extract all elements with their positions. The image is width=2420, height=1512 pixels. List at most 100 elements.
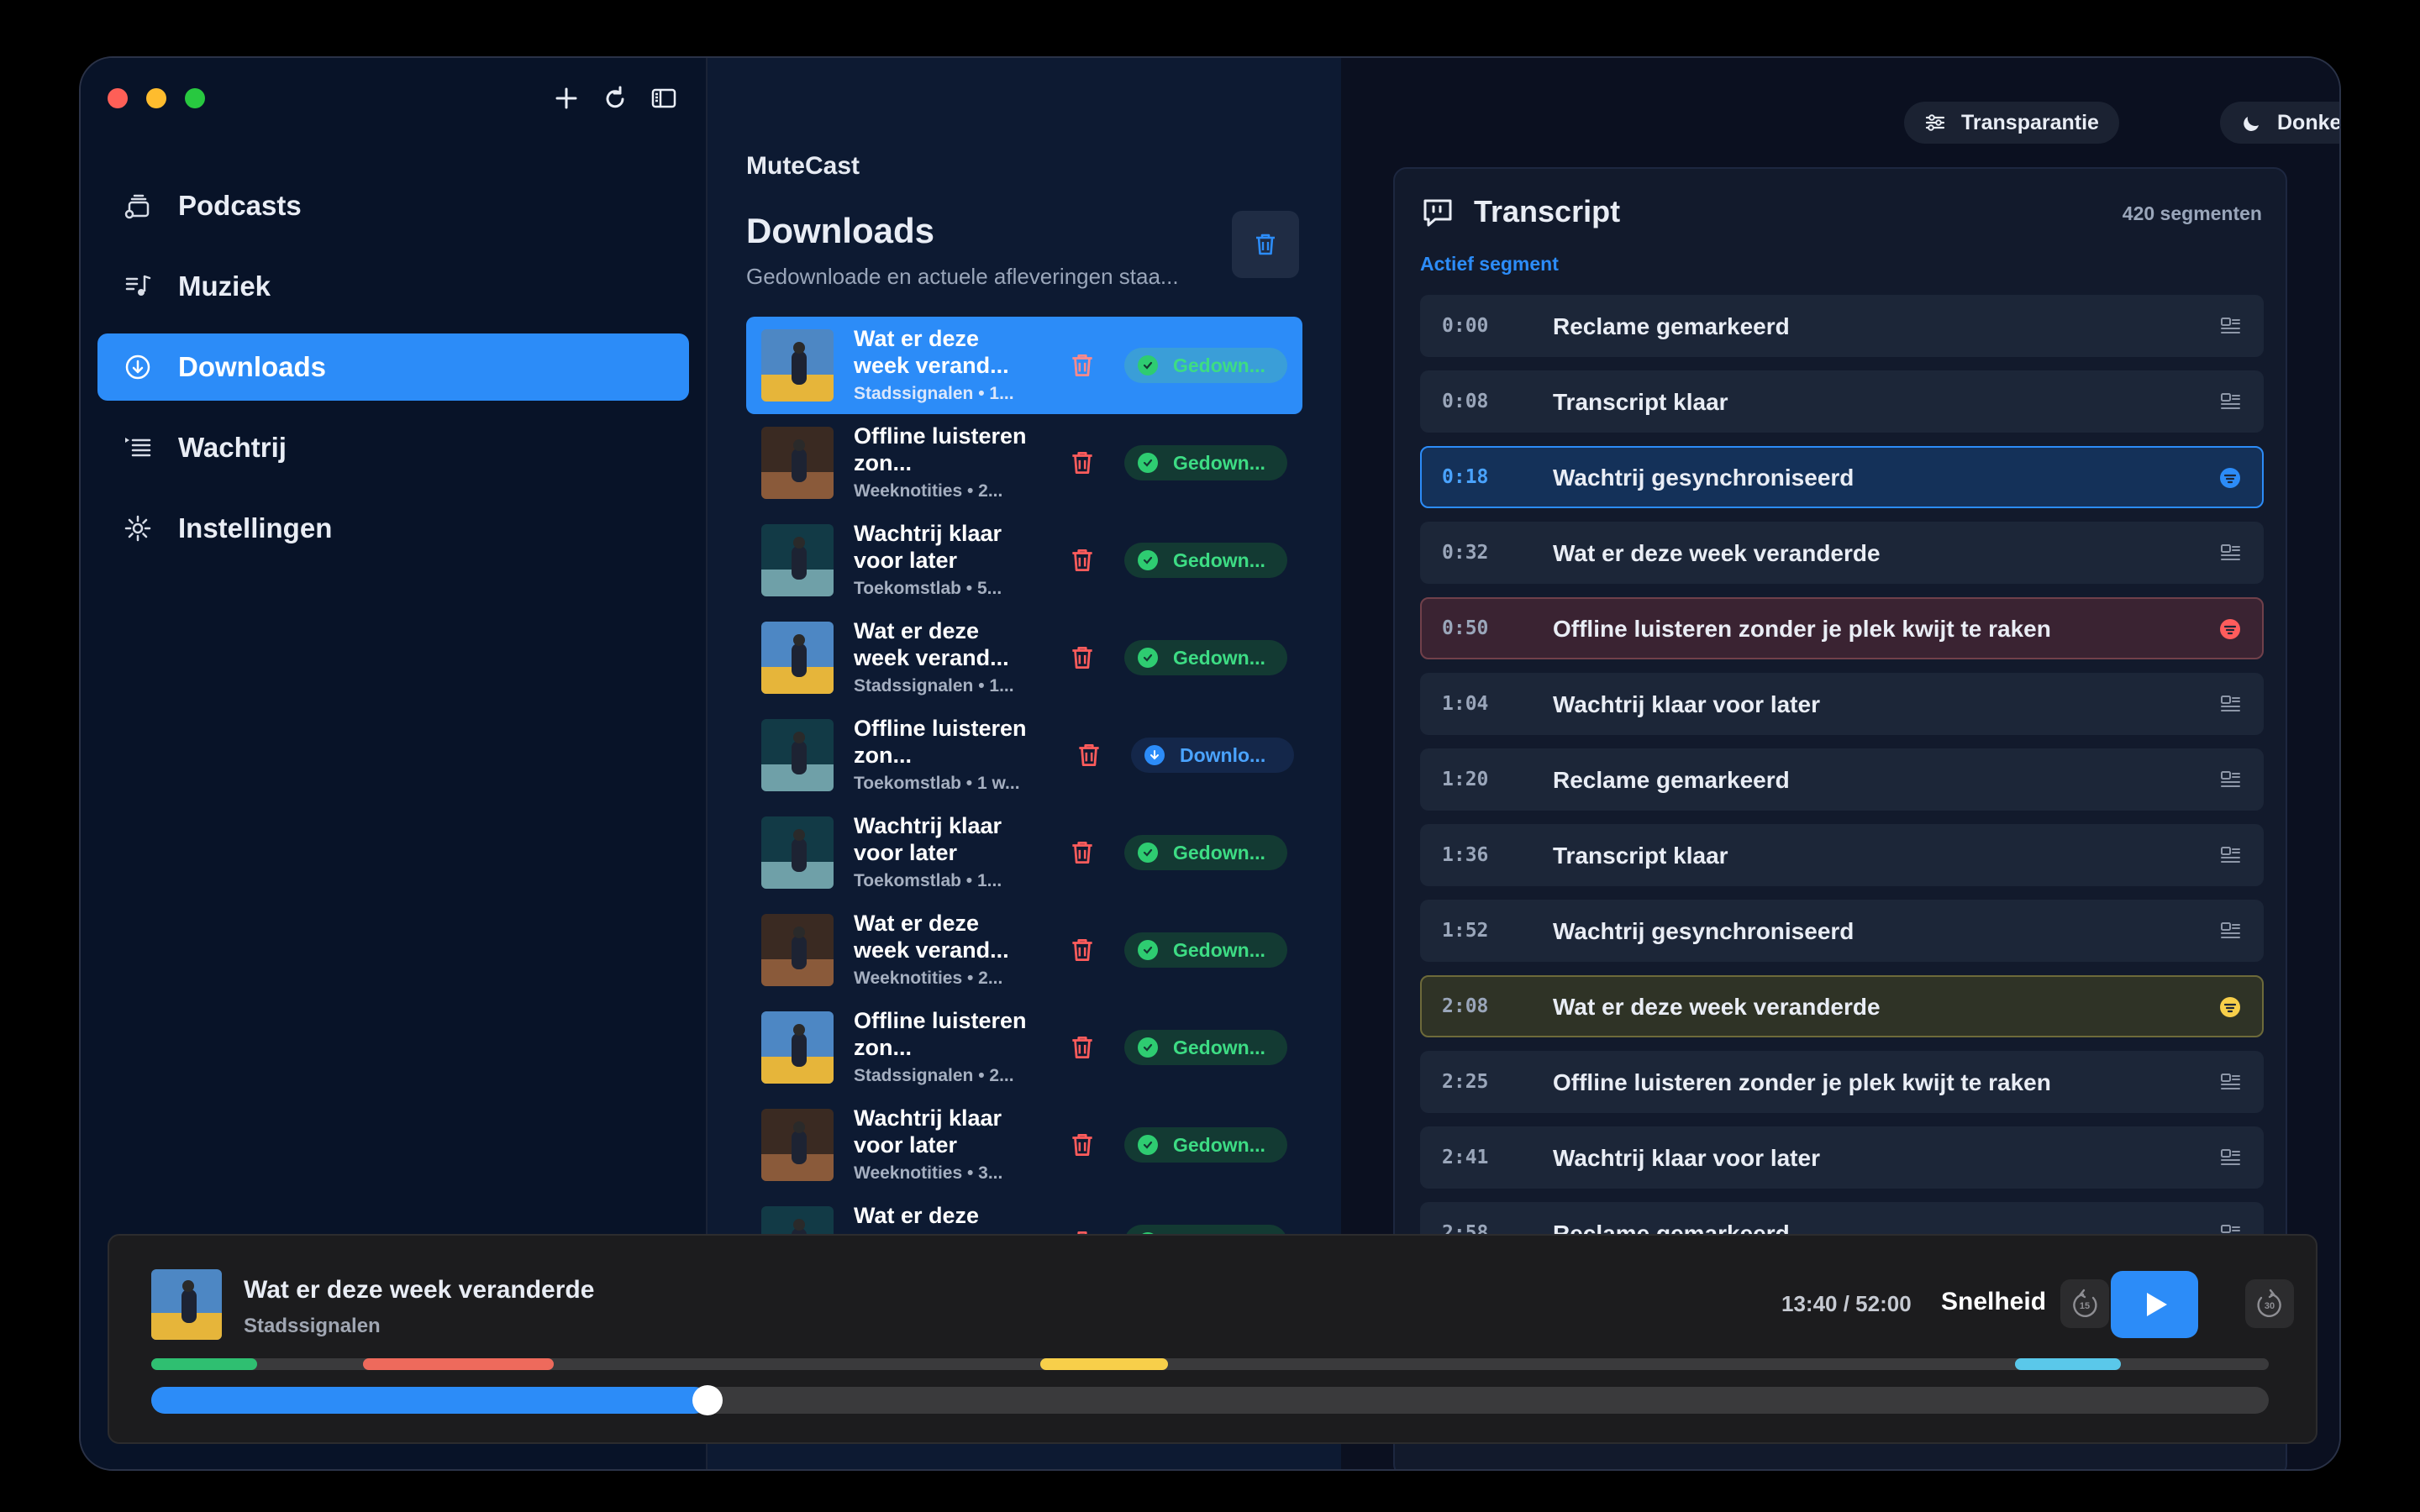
episode-row[interactable]: Wat er deze week verand... Stadssignalen … [746, 317, 1302, 414]
episode-title: Wachtrij klaar voor later [854, 521, 1002, 573]
music-note-icon [125, 275, 151, 296]
checkmark-icon [1138, 1037, 1158, 1058]
download-status-badge: Gedown... [1124, 932, 1287, 968]
skip-back-button[interactable]: 15 [2060, 1279, 2109, 1328]
delete-episode-icon[interactable] [1067, 448, 1097, 478]
episode-title: Wat er deze [854, 1203, 980, 1228]
segment-marker [1040, 1358, 1168, 1370]
page-title: Downloads [746, 211, 935, 250]
transcript-segment[interactable]: 2:08 Wat er deze week veranderde [1420, 975, 2264, 1037]
delete-episode-icon[interactable] [1074, 740, 1104, 770]
episode-artwork [761, 329, 834, 402]
transcript-segment[interactable]: 2:25 Offline luisteren zonder je plek kwi… [1420, 1051, 2264, 1113]
segment-time: 2:41 [1442, 1147, 1489, 1168]
checkmark-icon [1138, 648, 1158, 668]
segment-time: 1:20 [1442, 769, 1489, 790]
skip-forward-button[interactable]: 30 [2245, 1279, 2294, 1328]
episode-title: Offline luisteren zon... [854, 716, 1027, 768]
segment-text: Offline luisteren zonder je plek kwijt t… [1553, 1069, 2051, 1095]
delete-episode-icon[interactable] [1067, 545, 1097, 575]
delete-episode-icon[interactable] [1067, 1130, 1097, 1160]
segment-text-icon [2221, 771, 2240, 787]
segment-text-icon [2221, 922, 2240, 938]
segment-time: 1:04 [1442, 693, 1489, 715]
download-status-label: Downlo... [1180, 743, 1266, 766]
segment-marker-track [151, 1358, 2269, 1370]
episode-title: Wat er deze week verand... [854, 618, 1009, 670]
segment-text: Wachtrij gesynchroniseerd [1553, 465, 1854, 491]
segment-text-icon [2221, 847, 2240, 863]
episode-row[interactable]: Wachtrij klaar voor later Toekomstlab • 1… [746, 804, 1302, 901]
playback-time: 13:40 / 52:00 [1781, 1291, 1912, 1316]
episode-meta: Weeknotities • 2... [854, 481, 1003, 501]
transcript-segment[interactable]: 1:20 Reclame gemarkeerd [1420, 748, 2264, 811]
download-circle-icon [125, 354, 150, 380]
transparency-button[interactable]: Transparantie [1904, 102, 2119, 144]
sidebar-nav: Podcasts Muziek Downloads Wachtrij Inste… [97, 172, 689, 575]
progress-slider[interactable] [151, 1385, 2269, 1415]
transcript-segment[interactable]: 0:00 Reclame gemarkeerd [1420, 295, 2264, 357]
episode-row[interactable]: Offline luisteren zon... Toekomstlab • 1 … [746, 706, 1302, 804]
episode-meta: Toekomstlab • 1 w... [854, 774, 1020, 793]
transcript-segment[interactable]: 0:08 Transcript klaar [1420, 370, 2264, 433]
episode-row[interactable]: Offline luisteren zon... Weeknotities • 2… [746, 414, 1302, 512]
transcript-segment[interactable]: 1:36 Transcript klaar [1420, 824, 2264, 886]
gear-icon [124, 515, 151, 542]
segment-marker-icon [2220, 468, 2240, 488]
episode-row[interactable]: Offline luisteren zon... Stadssignalen • … [746, 999, 1302, 1096]
moon-icon [2244, 117, 2259, 131]
theme-button[interactable]: Donker [2220, 102, 2339, 144]
delete-episode-icon[interactable] [1067, 643, 1097, 673]
delete-episode-icon[interactable] [1067, 1032, 1097, 1063]
sidebar-toolbar [550, 80, 681, 117]
minimize-window-button[interactable] [146, 88, 166, 108]
delete-episode-icon[interactable] [1067, 935, 1097, 965]
skip-back-15-icon: 15 [2073, 1289, 2097, 1317]
sidebar-item-muziek[interactable]: Muziek [97, 253, 689, 320]
transcript-segment[interactable]: 0:32 Wat er deze week veranderde [1420, 522, 2264, 584]
sidebar-item-instellingen[interactable]: Instellingen [97, 495, 689, 562]
episode-row[interactable]: Wachtrij klaar voor later Weeknotities • … [746, 1096, 1302, 1194]
progress-knob[interactable] [692, 1385, 723, 1415]
segment-marker [363, 1358, 554, 1370]
player-bar: Wat er deze week veranderde Stadssignale… [108, 1234, 2317, 1444]
sidebar-item-wachtrij[interactable]: Wachtrij [97, 414, 689, 481]
episode-artwork [761, 622, 834, 694]
transcript-segment[interactable]: 0:50 Offline luisteren zonder je plek kwi… [1420, 597, 2264, 659]
delete-all-button[interactable] [1232, 211, 1299, 278]
active-segment-link[interactable]: Actief segment [1420, 253, 1559, 276]
episode-row[interactable]: Wat er deze week verand... Stadssignalen … [746, 609, 1302, 706]
transcript-segment[interactable]: 0:18 Wachtrij gesynchroniseerd [1420, 446, 2264, 508]
segment-text: Transcript klaar [1553, 843, 1728, 869]
segment-time: 2:08 [1442, 995, 1489, 1017]
now-playing-artwork [151, 1269, 222, 1340]
transcript-segment[interactable]: 1:52 Wachtrij gesynchroniseerd [1420, 900, 2264, 962]
episode-row[interactable]: Wachtrij klaar voor later Toekomstlab • 5… [746, 512, 1302, 609]
segment-time: 1:36 [1442, 844, 1489, 866]
refresh-button[interactable] [598, 80, 632, 117]
delete-episode-icon[interactable] [1067, 350, 1097, 381]
sidebar-item-podcasts[interactable]: Podcasts [97, 172, 689, 239]
close-window-button[interactable] [108, 88, 128, 108]
zoom-window-button[interactable] [185, 88, 205, 108]
episode-row[interactable]: Wat er deze week verand... Weeknotities •… [746, 901, 1302, 999]
transcript-segment[interactable]: 1:04 Wachtrij klaar voor later [1420, 673, 2264, 735]
play-button[interactable] [2111, 1271, 2198, 1338]
episode-artwork [761, 524, 834, 596]
add-button[interactable] [550, 80, 583, 117]
transcript-segment[interactable]: 2:41 Wachtrij klaar voor later [1420, 1126, 2264, 1189]
episode-artwork [761, 719, 834, 791]
delete-episode-icon[interactable] [1067, 837, 1097, 868]
checkmark-icon [1138, 453, 1158, 473]
speed-button[interactable]: Snelheid [1941, 1288, 2046, 1316]
now-playing-artist: Stadssignalen [244, 1315, 381, 1337]
download-status-label: Gedown... [1173, 549, 1265, 571]
download-status-badge: Gedown... [1124, 543, 1287, 578]
download-status-badge: Gedown... [1124, 445, 1287, 480]
toggle-sidebar-button[interactable] [647, 80, 681, 117]
sidebar-item-downloads[interactable]: Downloads [97, 333, 689, 401]
segment-text: Wat er deze week veranderde [1553, 540, 1881, 566]
episode-artwork [761, 427, 834, 499]
segment-text-icon [2221, 393, 2240, 409]
skip-back-amount: 15 [2080, 1301, 2090, 1311]
